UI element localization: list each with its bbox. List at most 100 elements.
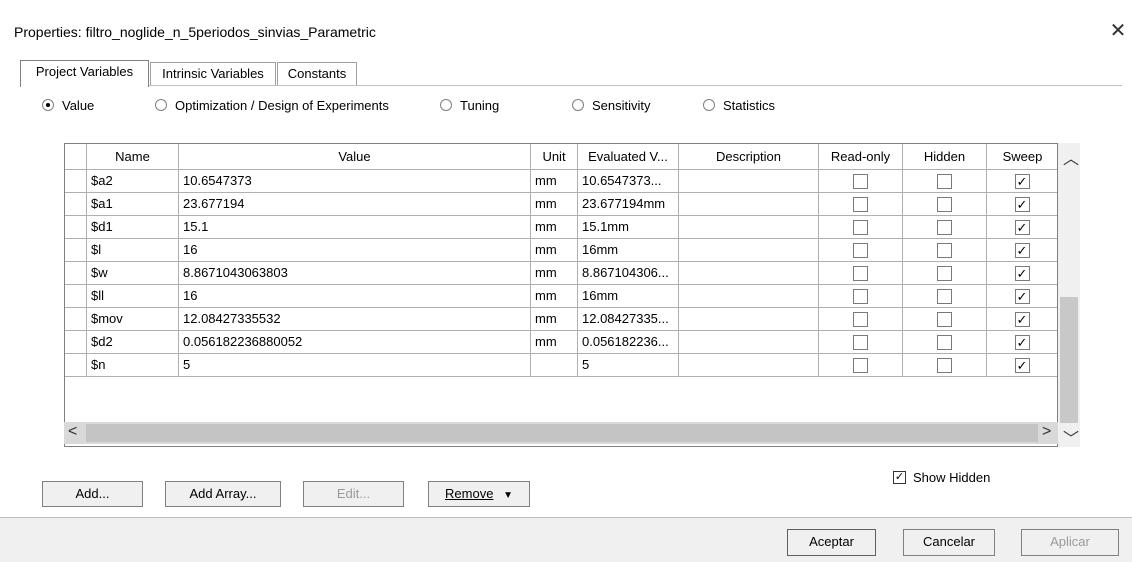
- cell-description[interactable]: [679, 170, 819, 193]
- horizontal-scroll-thumb[interactable]: [86, 424, 1038, 442]
- sweep-checkbox[interactable]: ✓: [1014, 312, 1030, 327]
- cell-name[interactable]: $n: [87, 354, 179, 377]
- column-header-sweep[interactable]: Sweep: [987, 144, 1057, 170]
- read-only-checkbox[interactable]: [852, 197, 868, 212]
- hidden-checkbox[interactable]: [936, 266, 952, 281]
- apply-button[interactable]: Aplicar: [1021, 529, 1119, 556]
- row-selector[interactable]: [65, 285, 87, 308]
- cell-evaluated[interactable]: 15.1mm: [578, 216, 679, 239]
- cell-unit[interactable]: mm: [531, 308, 578, 331]
- column-header-hidden[interactable]: Hidden: [903, 144, 987, 170]
- cell-name[interactable]: $l: [87, 239, 179, 262]
- cell-description[interactable]: [679, 331, 819, 354]
- cell-value[interactable]: 15.1: [179, 216, 531, 239]
- cell-name[interactable]: $w: [87, 262, 179, 285]
- radio-tuning[interactable]: Tuning: [440, 96, 499, 114]
- cell-unit[interactable]: mm: [531, 285, 578, 308]
- read-only-checkbox[interactable]: [852, 174, 868, 189]
- cell-evaluated[interactable]: 8.867104306...: [578, 262, 679, 285]
- column-header-value[interactable]: Value: [179, 144, 531, 170]
- cell-value[interactable]: 16: [179, 239, 531, 262]
- ok-button[interactable]: Aceptar: [787, 529, 876, 556]
- add-array-button[interactable]: Add Array...: [165, 481, 281, 507]
- cell-description[interactable]: [679, 262, 819, 285]
- row-selector[interactable]: [65, 216, 87, 239]
- row-selector[interactable]: [65, 193, 87, 216]
- cell-value[interactable]: 0.056182236880052: [179, 331, 531, 354]
- radio-statistics[interactable]: Statistics: [703, 96, 775, 114]
- cell-name[interactable]: $mov: [87, 308, 179, 331]
- cell-description[interactable]: [679, 239, 819, 262]
- hidden-checkbox[interactable]: [936, 243, 952, 258]
- column-header-read-only[interactable]: Read-only: [819, 144, 903, 170]
- column-header-unit[interactable]: Unit: [531, 144, 578, 170]
- cell-unit[interactable]: mm: [531, 239, 578, 262]
- read-only-checkbox[interactable]: [852, 335, 868, 350]
- hidden-checkbox[interactable]: [936, 358, 952, 373]
- hidden-checkbox[interactable]: [936, 174, 952, 189]
- cell-unit[interactable]: mm: [531, 193, 578, 216]
- read-only-checkbox[interactable]: [852, 358, 868, 373]
- cell-evaluated[interactable]: 10.6547373...: [578, 170, 679, 193]
- cell-unit[interactable]: mm: [531, 170, 578, 193]
- cell-evaluated[interactable]: 23.677194mm: [578, 193, 679, 216]
- sweep-checkbox[interactable]: ✓: [1014, 243, 1030, 258]
- cell-name[interactable]: $a2: [87, 170, 179, 193]
- sweep-checkbox[interactable]: ✓: [1014, 220, 1030, 235]
- read-only-checkbox[interactable]: [852, 289, 868, 304]
- row-selector[interactable]: [65, 262, 87, 285]
- cell-value[interactable]: 10.6547373: [179, 170, 531, 193]
- sweep-checkbox[interactable]: ✓: [1014, 335, 1030, 350]
- cell-value[interactable]: 23.677194: [179, 193, 531, 216]
- hidden-checkbox[interactable]: [936, 220, 952, 235]
- chevron-right-icon[interactable]: >: [1042, 423, 1051, 441]
- hidden-checkbox[interactable]: [936, 312, 952, 327]
- hidden-checkbox[interactable]: [936, 335, 952, 350]
- cell-evaluated[interactable]: 12.08427335...: [578, 308, 679, 331]
- edit-button[interactable]: Edit...: [303, 481, 404, 507]
- remove-button[interactable]: Remove ▼: [428, 481, 530, 507]
- sweep-checkbox[interactable]: ✓: [1014, 358, 1030, 373]
- cell-name[interactable]: $d1: [87, 216, 179, 239]
- tab-constants[interactable]: Constants: [277, 62, 357, 86]
- cell-description[interactable]: [679, 354, 819, 377]
- cell-unit[interactable]: mm: [531, 216, 578, 239]
- radio-value[interactable]: Value: [42, 96, 94, 114]
- cell-name[interactable]: $a1: [87, 193, 179, 216]
- column-header-name[interactable]: Name: [87, 144, 179, 170]
- vertical-scroll-thumb[interactable]: [1060, 297, 1078, 423]
- vertical-scrollbar[interactable]: ︿ ﹀: [1058, 143, 1080, 448]
- horizontal-scrollbar[interactable]: < >: [64, 422, 1058, 444]
- sweep-checkbox[interactable]: ✓: [1014, 289, 1030, 304]
- cell-unit[interactable]: [531, 354, 578, 377]
- sweep-checkbox[interactable]: ✓: [1014, 266, 1030, 281]
- close-icon[interactable]: ✕: [1109, 21, 1127, 41]
- cell-value[interactable]: 16: [179, 285, 531, 308]
- cell-name[interactable]: $ll: [87, 285, 179, 308]
- tab-project-variables[interactable]: Project Variables: [20, 60, 149, 87]
- cell-evaluated[interactable]: 0.056182236...: [578, 331, 679, 354]
- cell-description[interactable]: [679, 193, 819, 216]
- cell-value[interactable]: 12.08427335532: [179, 308, 531, 331]
- cell-description[interactable]: [679, 285, 819, 308]
- read-only-checkbox[interactable]: [852, 243, 868, 258]
- cell-value[interactable]: 5: [179, 354, 531, 377]
- cell-unit[interactable]: mm: [531, 262, 578, 285]
- chevron-up-icon[interactable]: ︿: [1063, 145, 1079, 169]
- tab-intrinsic-variables[interactable]: Intrinsic Variables: [150, 62, 276, 86]
- row-selector[interactable]: [65, 354, 87, 377]
- row-selector[interactable]: [65, 170, 87, 193]
- column-header-description[interactable]: Description: [679, 144, 819, 170]
- sweep-checkbox[interactable]: ✓: [1014, 197, 1030, 212]
- cell-value[interactable]: 8.8671043063803: [179, 262, 531, 285]
- cell-name[interactable]: $d2: [87, 331, 179, 354]
- read-only-checkbox[interactable]: [852, 312, 868, 327]
- cancel-button[interactable]: Cancelar: [903, 529, 995, 556]
- cell-unit[interactable]: mm: [531, 331, 578, 354]
- cell-evaluated[interactable]: 16mm: [578, 285, 679, 308]
- radio-optimization[interactable]: Optimization / Design of Experiments: [155, 96, 389, 114]
- hidden-checkbox[interactable]: [936, 289, 952, 304]
- sweep-checkbox[interactable]: ✓: [1014, 174, 1030, 189]
- read-only-checkbox[interactable]: [852, 220, 868, 235]
- row-selector[interactable]: [65, 308, 87, 331]
